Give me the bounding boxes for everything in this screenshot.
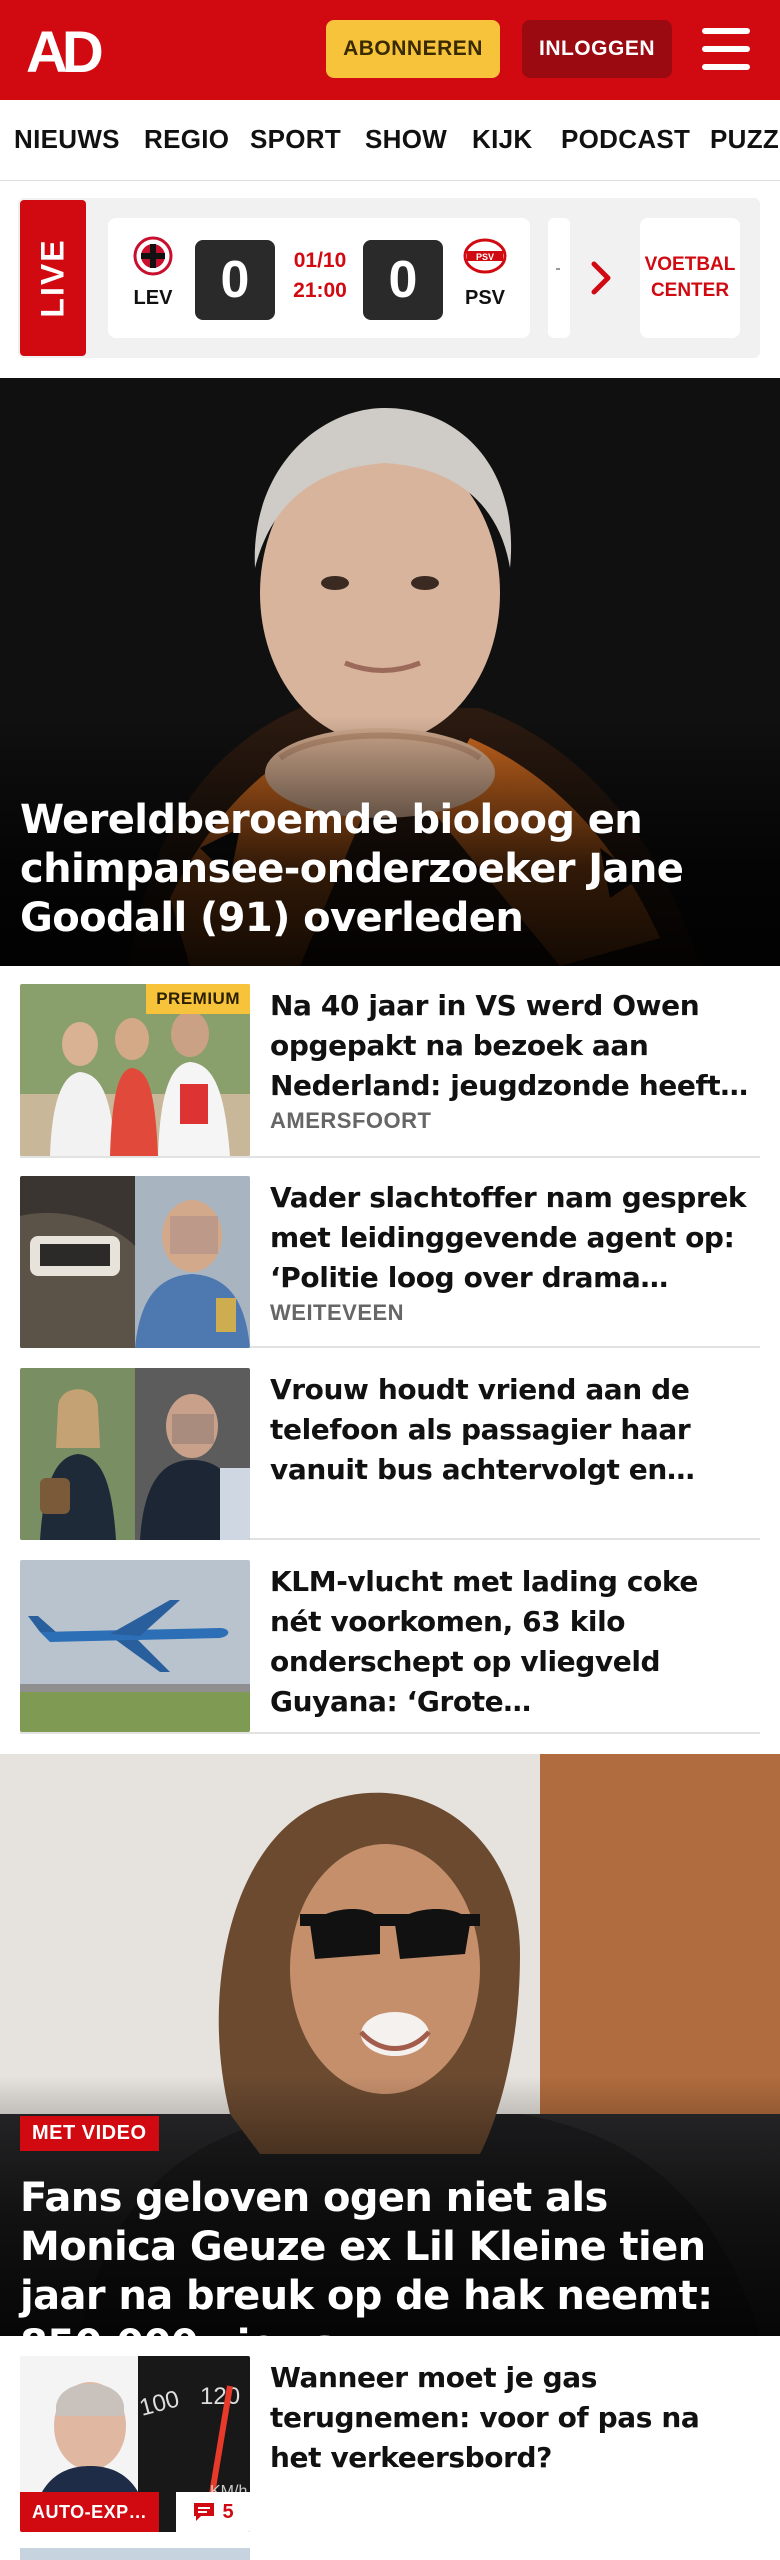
article-headline[interactable]: Wanneer moet je gas terugnemen: voor of … (270, 2358, 750, 2478)
match-time: 21:00 (293, 279, 347, 302)
voetbal-center-link[interactable]: VOETBAL CENTER (640, 218, 740, 338)
article-thumbnail (20, 1176, 250, 1348)
leverkusen-crest-icon (133, 236, 173, 276)
article-location: AMERSFOORT (270, 1108, 432, 1133)
article-row[interactable]: Vrouw houdt vriend aan de telefoon als p… (20, 1368, 760, 1540)
article-thumbnail (20, 1560, 250, 1732)
article-thumbnail (20, 1368, 250, 1540)
top-bar: AD ABONNEREN INLOGGEN (0, 0, 780, 100)
match-date: 01/10 (293, 249, 347, 272)
article-headline[interactable]: Na 40 jaar in VS werd Owen opgepakt na b… (270, 986, 750, 1106)
home-score: 0 (195, 240, 275, 320)
ad-logo[interactable]: AD (26, 22, 118, 78)
away-team-abbr: PSV (464, 287, 506, 309)
match-card[interactable]: LEV 0 01/10 21:00 0 PSV PSV (108, 218, 530, 338)
nav-item-regio[interactable]: REGIO (144, 124, 229, 155)
video-badge: MET VIDEO (20, 2116, 159, 2151)
chevron-right-icon[interactable] (590, 260, 612, 296)
article-headline[interactable]: Vrouw houdt vriend aan de telefoon als p… (270, 1370, 750, 1490)
away-score: 0 (363, 240, 443, 320)
live-scores-strip: LIVE LEV 0 01/10 21:00 0 PSV PSV VOETBAL… (18, 198, 760, 358)
article-row[interactable]: PREMIUM Na 40 jaar in VS werd Owen opgep… (20, 984, 760, 1158)
home-team-abbr: LEV (133, 287, 173, 309)
comment-count[interactable]: 5 (176, 2492, 250, 2532)
article-thumbnail: PREMIUM (20, 984, 250, 1156)
svg-text:PSV: PSV (476, 252, 494, 262)
nav-item-nieuws[interactable]: NIEUWS (14, 124, 120, 155)
comment-bubble-icon (194, 2503, 215, 2521)
article-headline[interactable]: Vader slachtoffer nam gesprek met leidin… (270, 1178, 750, 1298)
away-team: PSV PSV (450, 236, 520, 310)
login-button[interactable]: INLOGGEN (522, 20, 672, 78)
hero-headline[interactable]: Wereldberoemde bioloog en chimpansee-ond… (20, 796, 740, 943)
nav-item-podcast[interactable]: PODCAST (561, 124, 690, 155)
nav-item-show[interactable]: SHOW (365, 124, 447, 155)
article-thumbnail: 100 120 KM/h AUTO-EXP… 5 (20, 2356, 250, 2532)
video-hero-article[interactable]: MET VIDEO Fans geloven ogen niet als Mon… (0, 1754, 780, 2336)
nav-item-kijk[interactable]: KIJK (472, 124, 532, 155)
hero-article[interactable]: Wereldberoemde bioloog en chimpansee-ond… (0, 378, 780, 966)
voetbal-center-line1: VOETBAL (644, 254, 736, 275)
article-headline[interactable]: KLM-vlucht met lading coke nét voorkomen… (270, 1562, 750, 1722)
svg-text:120: 120 (200, 2383, 240, 2410)
article-row[interactable]: Vader slachtoffer nam gesprek met leidin… (20, 1176, 760, 1348)
video-hero-headline[interactable]: Fans geloven ogen niet als Monica Geuze … (20, 2174, 760, 2336)
article-row[interactable]: KLM-vlucht met lading coke nét voorkomen… (20, 1560, 760, 1734)
comment-count-value: 5 (222, 2500, 234, 2523)
auto-expert-badge: AUTO-EXP… (20, 2492, 160, 2532)
section-nav: NIEUWS REGIO SPORT SHOW KIJK PODCAST PUZ… (0, 100, 780, 181)
psv-crest-icon: PSV (463, 238, 507, 274)
voetbal-center-line2: CENTER (650, 280, 730, 301)
hamburger-menu-icon[interactable] (698, 24, 754, 74)
subscribe-button[interactable]: ABONNEREN (326, 20, 500, 78)
next-match-card[interactable] (548, 218, 570, 338)
svg-text:AD: AD (26, 22, 102, 78)
live-label: LIVE (20, 200, 86, 356)
nav-item-sport[interactable]: SPORT (250, 124, 341, 155)
next-article-thumbnail (20, 2548, 250, 2560)
nav-item-puzzel[interactable]: PUZZ (710, 124, 779, 155)
article-location: WEITEVEEN (270, 1300, 405, 1325)
home-team: LEV (118, 236, 188, 310)
match-datetime: 01/10 21:00 (285, 246, 355, 306)
article-row[interactable]: 100 120 KM/h AUTO-EXP… 5 Wanneer moet je… (20, 2356, 760, 2532)
premium-badge: PREMIUM (146, 984, 250, 1014)
